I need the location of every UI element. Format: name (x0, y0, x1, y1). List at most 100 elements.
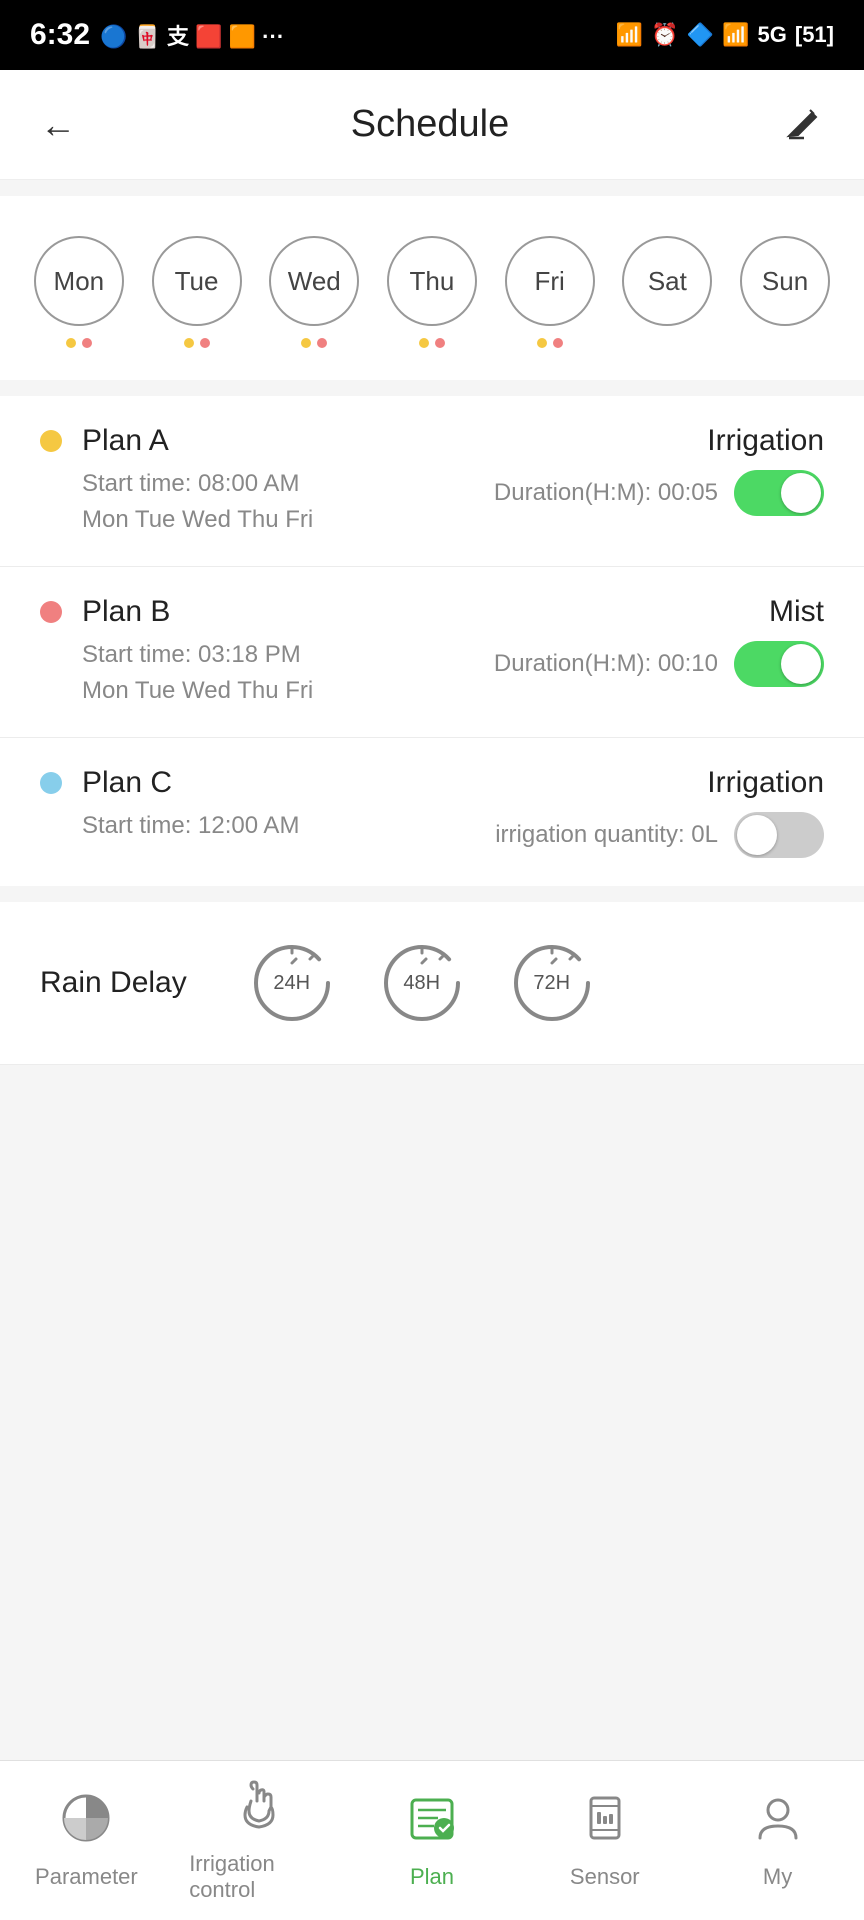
nfc-icon: 📶 (616, 22, 643, 48)
plan-a-start: Start time: 08:00 AM (82, 466, 494, 502)
day-tue-circle: Tue (152, 236, 242, 326)
edit-button[interactable] (784, 101, 824, 149)
nav-irrigation-control[interactable]: Irrigation control (189, 1779, 329, 1903)
day-selector: Mon Tue Wed Thu Fri Sat (0, 196, 864, 380)
day-wed[interactable]: Wed (269, 236, 359, 350)
nav-plan[interactable]: Plan (362, 1792, 502, 1890)
header: ← Schedule (0, 70, 864, 180)
plan-b-row: Duration(H:M): 00:10 (494, 641, 824, 687)
status-app-icons: 🔵 🀄 支 🟥 🟧 ··· (100, 19, 284, 51)
plan-a-toggle-thumb (781, 473, 821, 513)
dot-pink (82, 338, 92, 348)
plan-a-dot (40, 430, 62, 452)
nav-irrigation-label: Irrigation control (189, 1851, 329, 1903)
battery-icon: [51] (795, 22, 834, 48)
my-icon (752, 1792, 804, 1856)
plan-b-type: Mist (769, 595, 824, 629)
plan-c-row: irrigation quantity: 0L (495, 812, 824, 858)
day-wed-dots (301, 336, 327, 350)
rain-delay-48h-label: 48H (403, 972, 440, 995)
day-tue[interactable]: Tue (152, 236, 242, 350)
plan-a-duration: Duration(H:M): 00:05 (494, 479, 718, 507)
plan-b-toggle-thumb (781, 644, 821, 684)
plan-b-left: Plan B Start time: 03:18 PM Mon Tue Wed … (82, 595, 494, 709)
plan-c-dot (40, 772, 62, 794)
rain-delay-buttons: 24H 48H 72H (247, 938, 597, 1028)
plan-b-start: Start time: 03:18 PM (82, 637, 494, 673)
status-right: 📶 ⏰ 🔷 📶 5G [51] (616, 22, 834, 48)
dot-pink-thu (435, 338, 445, 348)
signal-icon: 5G (758, 22, 787, 48)
day-wed-circle: Wed (269, 236, 359, 326)
rain-delay-72h[interactable]: 72H (507, 938, 597, 1028)
rain-delay-label: Rain Delay (40, 966, 187, 1000)
status-time: 6:32 (30, 18, 90, 52)
day-mon-circle: Mon (34, 236, 124, 326)
rain-delay-72h-label: 72H (533, 972, 570, 995)
dot-yellow (66, 338, 76, 348)
plan-c-right: Irrigation irrigation quantity: 0L (495, 766, 824, 858)
plan-c-type: Irrigation (707, 766, 824, 800)
plans-section: Plan A Start time: 08:00 AM Mon Tue Wed … (0, 396, 864, 886)
plan-a-name: Plan A (82, 424, 494, 458)
bottom-nav: Parameter Irrigation control Pl (0, 1760, 864, 1920)
sensor-icon (579, 1792, 631, 1856)
nav-my-label: My (763, 1864, 792, 1890)
dot-yellow-tue (184, 338, 194, 348)
plan-b-right: Mist Duration(H:M): 00:10 (494, 595, 824, 687)
plan-icon (406, 1792, 458, 1856)
plan-a-right: Irrigation Duration(H:M): 00:05 (494, 424, 824, 516)
day-mon[interactable]: Mon (34, 236, 124, 350)
wifi-icon: 📶 (722, 22, 749, 48)
dot-pink-fri (553, 338, 563, 348)
irrigation-control-icon (233, 1779, 285, 1843)
dot-yellow-fri (537, 338, 547, 348)
day-sun-circle: Sun (740, 236, 830, 326)
plan-row-c[interactable]: Plan C Start time: 12:00 AM Irrigation i… (0, 738, 864, 886)
dot-pink-tue (200, 338, 210, 348)
nav-sensor[interactable]: Sensor (535, 1792, 675, 1890)
bluetooth-icon: 🔷 (687, 22, 714, 48)
nav-parameter[interactable]: Parameter (16, 1792, 156, 1890)
day-sat[interactable]: Sat (622, 236, 712, 350)
nav-plan-label: Plan (410, 1864, 454, 1890)
rain-delay-48h[interactable]: 48H (377, 938, 467, 1028)
plan-c-duration: irrigation quantity: 0L (495, 821, 718, 849)
plan-row-a[interactable]: Plan A Start time: 08:00 AM Mon Tue Wed … (0, 396, 864, 567)
plan-b-dot (40, 601, 62, 623)
day-sat-circle: Sat (622, 236, 712, 326)
plan-c-left: Plan C Start time: 12:00 AM (82, 766, 495, 844)
page-title: Schedule (351, 103, 509, 146)
plan-a-days: Mon Tue Wed Thu Fri (82, 502, 494, 538)
plan-b-toggle[interactable] (734, 641, 824, 687)
plan-a-left: Plan A Start time: 08:00 AM Mon Tue Wed … (82, 424, 494, 538)
rain-delay-section: Rain Delay 24H 48H 72H (0, 902, 864, 1065)
plan-c-toggle-thumb (737, 815, 777, 855)
rain-delay-24h[interactable]: 24H (247, 938, 337, 1028)
plan-b-name: Plan B (82, 595, 494, 629)
day-tue-dots (184, 336, 210, 350)
plan-c-start: Start time: 12:00 AM (82, 808, 495, 844)
day-fri-dots (537, 336, 563, 350)
plan-a-type: Irrigation (707, 424, 824, 458)
rain-delay-24h-label: 24H (273, 972, 310, 995)
plan-row-b[interactable]: Plan B Start time: 03:18 PM Mon Tue Wed … (0, 567, 864, 738)
nav-parameter-label: Parameter (35, 1864, 138, 1890)
plan-a-toggle[interactable] (734, 470, 824, 516)
back-button[interactable]: ← (40, 104, 76, 146)
day-thu-circle: Thu (387, 236, 477, 326)
status-left: 6:32 🔵 🀄 支 🟥 🟧 ··· (30, 18, 284, 52)
day-fri-circle: Fri (505, 236, 595, 326)
day-sun[interactable]: Sun (740, 236, 830, 350)
plan-c-name: Plan C (82, 766, 495, 800)
plan-b-duration: Duration(H:M): 00:10 (494, 650, 718, 678)
nav-sensor-label: Sensor (570, 1864, 640, 1890)
dot-pink-wed (317, 338, 327, 348)
day-thu[interactable]: Thu (387, 236, 477, 350)
plan-c-toggle[interactable] (734, 812, 824, 858)
nav-my[interactable]: My (708, 1792, 848, 1890)
plan-a-row: Duration(H:M): 00:05 (494, 470, 824, 516)
day-thu-dots (419, 336, 445, 350)
day-fri[interactable]: Fri (505, 236, 595, 350)
dot-yellow-wed (301, 338, 311, 348)
